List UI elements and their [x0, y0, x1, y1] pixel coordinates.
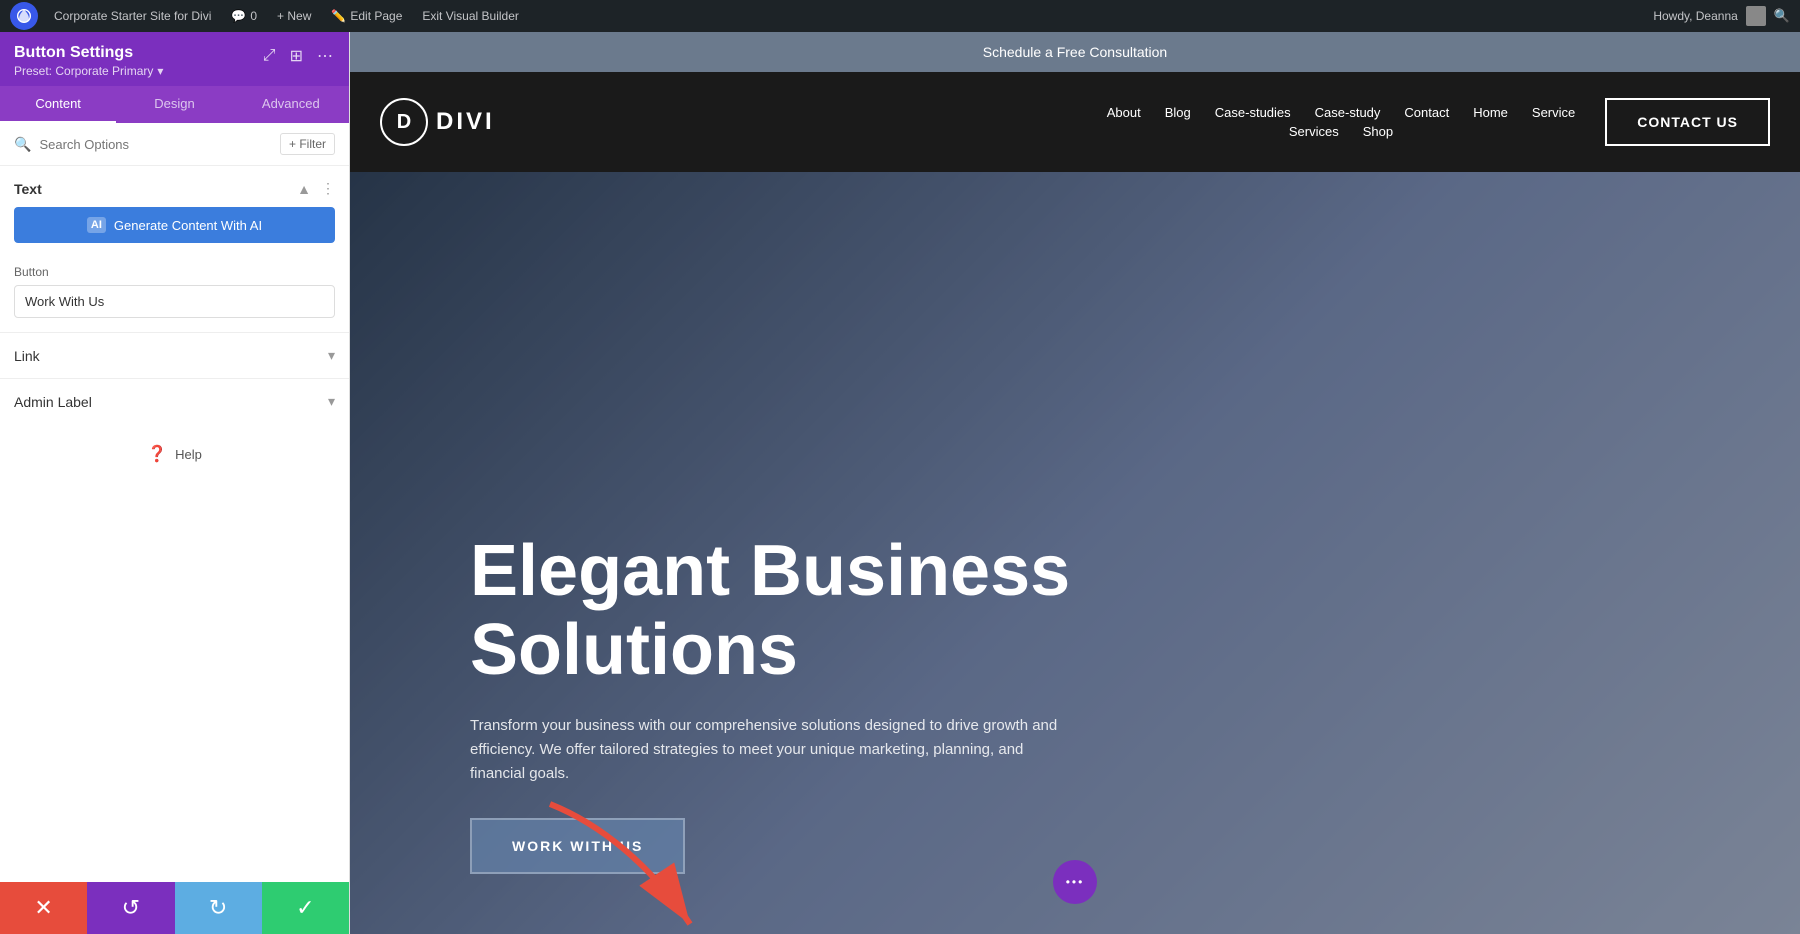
search-icon: 🔍	[14, 136, 31, 153]
edit-page-link[interactable]: ✏️ Edit Page	[323, 0, 410, 32]
more-options-icon[interactable]: ⋯	[315, 44, 335, 68]
help-icon: ❓	[147, 444, 167, 464]
button-text-input[interactable]	[14, 285, 335, 318]
site-banner: Schedule a Free Consultation	[350, 32, 1800, 72]
hero-section: Elegant Business Solutions Transform you…	[350, 172, 1800, 934]
wp-admin-bar: Corporate Starter Site for Divi 💬 0 + Ne…	[0, 0, 1800, 32]
link-section-header[interactable]: Link ▾	[0, 333, 349, 378]
bottom-action-bar: ✕ ↺ ↻ ✓	[0, 882, 349, 934]
nav-link-home[interactable]: Home	[1473, 105, 1508, 120]
logo-circle: D	[380, 98, 428, 146]
nav-links-group: About Blog Case-studies Case-study Conta…	[1107, 105, 1576, 139]
cancel-button[interactable]: ✕	[0, 882, 87, 934]
save-button[interactable]: ✓	[262, 882, 349, 934]
nav-row-secondary: Services Shop	[1289, 124, 1393, 139]
link-section: Link ▾	[0, 332, 349, 378]
chevron-down-icon: ▾	[157, 64, 163, 78]
admin-label-section: Admin Label ▾	[0, 378, 349, 424]
hero-subtitle: Transform your business with our compreh…	[470, 714, 1070, 786]
tab-content[interactable]: Content	[0, 86, 116, 123]
tab-design[interactable]: Design	[116, 86, 232, 123]
work-with-us-button[interactable]: WORK WITH US	[470, 818, 685, 874]
admin-label-chevron-icon: ▾	[328, 393, 335, 410]
split-view-icon[interactable]: ⊞	[288, 44, 305, 68]
redo-button[interactable]: ↻	[175, 882, 262, 934]
button-text-field-group: Button	[0, 257, 349, 332]
site-navigation: D DIVI About Blog Case-studies Case-stud…	[350, 72, 1800, 172]
dots-icon: •••	[1066, 875, 1085, 889]
nav-row-primary: About Blog Case-studies Case-study Conta…	[1107, 105, 1576, 120]
search-row: 🔍 + Filter	[0, 123, 349, 166]
text-section-header: Text ▲ ⋮	[0, 166, 349, 207]
nav-link-case-studies[interactable]: Case-studies	[1215, 105, 1291, 120]
panel-tabs: Content Design Advanced	[0, 86, 349, 123]
nav-link-service[interactable]: Service	[1532, 105, 1575, 120]
admin-label-section-header[interactable]: Admin Label ▾	[0, 379, 349, 424]
website-preview: Schedule a Free Consultation D DIVI Abou…	[350, 32, 1800, 934]
generate-content-ai-button[interactable]: AI Generate Content With AI	[14, 207, 335, 243]
user-avatar[interactable]	[1746, 6, 1766, 26]
contact-us-button[interactable]: CONTACT US	[1605, 98, 1770, 146]
button-field-label: Button	[14, 265, 335, 279]
link-section-title: Link	[14, 348, 40, 364]
howdy-label: Howdy, Deanna	[1653, 9, 1738, 23]
logo-text: DIVI	[436, 108, 495, 136]
nav-link-about[interactable]: About	[1107, 105, 1141, 120]
drag-icon[interactable]: ⋮	[321, 180, 335, 197]
help-section: ❓ Help	[0, 424, 349, 484]
site-name-link[interactable]: Corporate Starter Site for Divi	[46, 0, 219, 32]
nav-link-shop[interactable]: Shop	[1363, 124, 1393, 139]
nav-link-case-study[interactable]: Case-study	[1315, 105, 1381, 120]
exit-visual-builder-link[interactable]: Exit Visual Builder	[414, 0, 527, 32]
floating-dots-button[interactable]: •••	[1053, 860, 1097, 904]
nav-link-blog[interactable]: Blog	[1165, 105, 1191, 120]
help-label[interactable]: Help	[175, 447, 202, 462]
admin-label-title: Admin Label	[14, 394, 92, 410]
panel-header: Button Settings Preset: Corporate Primar…	[0, 32, 349, 86]
tab-advanced[interactable]: Advanced	[233, 86, 349, 123]
fullscreen-icon[interactable]: ⤢	[261, 45, 278, 67]
wp-logo-icon[interactable]	[10, 2, 38, 30]
comments-link[interactable]: 💬 0	[223, 0, 265, 32]
undo-button[interactable]: ↺	[87, 882, 174, 934]
nav-link-services[interactable]: Services	[1289, 124, 1339, 139]
hero-title: Elegant Business Solutions	[470, 532, 1070, 690]
filter-button[interactable]: + Filter	[280, 133, 335, 155]
link-chevron-icon: ▾	[328, 347, 335, 364]
hero-content: Elegant Business Solutions Transform you…	[470, 532, 1070, 874]
search-options-input[interactable]	[39, 137, 272, 152]
collapse-icon[interactable]: ▲	[297, 181, 311, 197]
search-icon[interactable]: 🔍	[1774, 8, 1790, 24]
new-content-button[interactable]: + New	[269, 0, 319, 32]
button-settings-panel: Button Settings Preset: Corporate Primar…	[0, 32, 350, 934]
site-logo[interactable]: D DIVI	[380, 98, 495, 146]
panel-title: Button Settings	[14, 44, 163, 62]
nav-link-contact[interactable]: Contact	[1404, 105, 1449, 120]
logo-letter: D	[397, 111, 411, 134]
panel-preset[interactable]: Preset: Corporate Primary ▾	[14, 64, 163, 78]
panel-content: Text ▲ ⋮ AI Generate Content With AI But…	[0, 166, 349, 882]
ai-badge: AI	[87, 217, 106, 233]
text-section-title: Text	[14, 181, 42, 197]
